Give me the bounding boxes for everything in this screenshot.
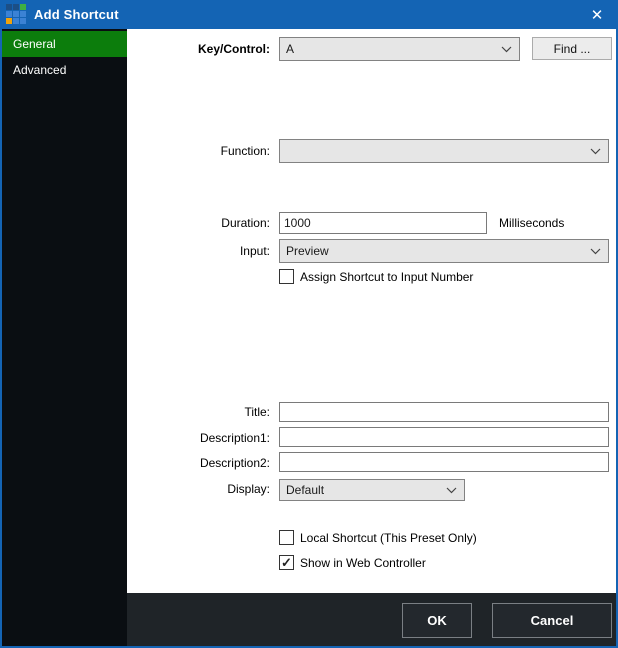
chevron-down-icon	[446, 487, 457, 494]
find-button[interactable]: Find ...	[532, 37, 612, 60]
display-label: Display:	[142, 482, 270, 497]
logo-square	[20, 4, 26, 10]
local-shortcut-checkbox[interactable]: ✓	[279, 530, 294, 545]
sidebar: General Advanced	[2, 29, 127, 646]
description1-input[interactable]	[279, 427, 609, 447]
logo-square	[20, 18, 26, 24]
check-icon: ✓	[281, 556, 292, 569]
chevron-down-icon	[501, 46, 512, 53]
logo-square	[6, 4, 12, 10]
logo-square	[6, 11, 12, 17]
milliseconds-label: Milliseconds	[499, 216, 564, 231]
input-dropdown[interactable]: Preview	[279, 239, 609, 263]
footer-bar: OK Cancel	[127, 593, 616, 646]
key-control-dropdown[interactable]: A	[279, 37, 520, 61]
display-value: Default	[286, 483, 324, 497]
description1-label: Description1:	[142, 431, 270, 446]
chevron-down-icon	[590, 148, 601, 155]
cancel-button[interactable]: Cancel	[492, 603, 612, 638]
logo-square	[13, 18, 19, 24]
logo-square	[6, 18, 12, 24]
display-dropdown[interactable]: Default	[279, 479, 465, 501]
logo-square	[13, 11, 19, 17]
ok-button[interactable]: OK	[402, 603, 472, 638]
duration-label: Duration:	[142, 216, 270, 231]
description2-input[interactable]	[279, 452, 609, 472]
logo-square	[20, 11, 26, 17]
web-controller-label: Show in Web Controller	[300, 555, 426, 571]
sidebar-item-general[interactable]: General	[2, 31, 127, 57]
input-label: Input:	[142, 244, 270, 259]
function-label: Function:	[142, 144, 270, 159]
chevron-down-icon	[590, 248, 601, 255]
sidebar-item-advanced[interactable]: Advanced	[2, 57, 127, 83]
logo-square	[13, 4, 19, 10]
title-input[interactable]	[279, 402, 609, 422]
input-value: Preview	[286, 244, 329, 258]
window-title: Add Shortcut	[34, 0, 119, 29]
titlebar[interactable]: Add Shortcut ✕	[0, 0, 618, 29]
close-icon[interactable]: ✕	[580, 0, 614, 29]
add-shortcut-dialog: Add Shortcut ✕ General Advanced Key/Cont…	[0, 0, 618, 648]
web-controller-checkbox[interactable]: ✓	[279, 555, 294, 570]
duration-input[interactable]	[279, 212, 487, 234]
key-control-value: A	[286, 42, 294, 56]
key-control-label: Key/Control:	[142, 42, 270, 57]
assign-input-number-label: Assign Shortcut to Input Number	[300, 269, 473, 285]
local-shortcut-label: Local Shortcut (This Preset Only)	[300, 530, 477, 546]
title-label: Title:	[142, 405, 270, 420]
assign-input-number-checkbox[interactable]: ✓	[279, 269, 294, 284]
general-panel: Key/Control: A Find ... Function: Durati…	[127, 29, 616, 593]
function-dropdown[interactable]	[279, 139, 609, 163]
description2-label: Description2:	[142, 456, 270, 471]
app-logo-icon	[6, 4, 26, 24]
